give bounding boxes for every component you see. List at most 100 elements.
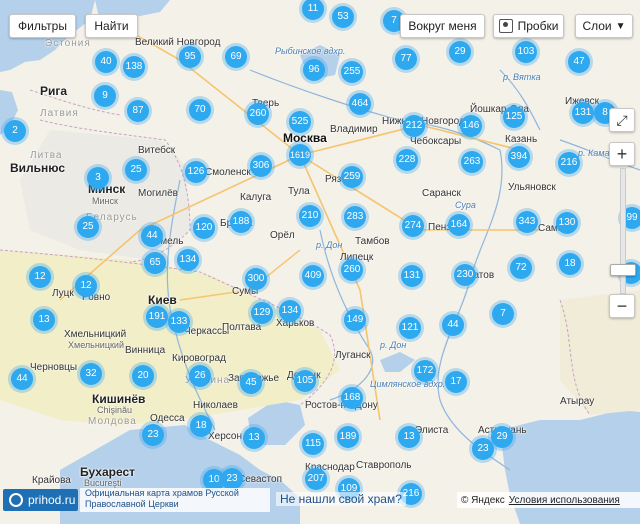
cluster-marker[interactable]: 120: [190, 214, 218, 242]
cluster-marker[interactable]: 134: [276, 297, 304, 325]
cluster-marker[interactable]: 17: [442, 368, 470, 396]
zoom-out-button[interactable]: −: [609, 294, 635, 318]
cluster-marker[interactable]: 230: [451, 261, 479, 289]
cluster-marker[interactable]: 133: [165, 308, 193, 336]
cluster-marker[interactable]: 306: [247, 152, 275, 180]
cluster-marker[interactable]: 210: [296, 202, 324, 230]
cluster-marker[interactable]: 138: [120, 53, 148, 81]
cluster-count: 126: [185, 161, 207, 183]
find-button[interactable]: Найти: [85, 14, 138, 38]
cluster-marker[interactable]: 13: [395, 423, 423, 451]
cluster-marker[interactable]: 69: [222, 43, 250, 71]
cluster-marker[interactable]: 255: [338, 58, 366, 86]
cluster-marker[interactable]: 1619: [286, 141, 314, 169]
cluster-marker[interactable]: 23: [139, 421, 167, 449]
cluster-marker[interactable]: 216: [555, 149, 583, 177]
cluster-marker[interactable]: 45: [237, 369, 265, 397]
cluster-marker[interactable]: 2: [1, 117, 29, 145]
cluster-marker[interactable]: 172: [411, 357, 439, 385]
cluster-marker[interactable]: 260: [244, 100, 272, 128]
cluster-marker[interactable]: 409: [299, 262, 327, 290]
cluster-count: 149: [344, 309, 366, 331]
filters-button[interactable]: Фильтры: [9, 14, 76, 38]
cluster-marker[interactable]: 3: [84, 164, 112, 192]
cluster-marker[interactable]: 103: [512, 38, 540, 66]
cluster-marker[interactable]: 47: [565, 48, 593, 76]
traffic-button[interactable]: Пробки: [493, 14, 564, 38]
cluster-marker[interactable]: 149: [341, 306, 369, 334]
cluster-marker[interactable]: 283: [341, 203, 369, 231]
cluster-marker[interactable]: 212: [400, 112, 428, 140]
cluster-marker[interactable]: 129: [248, 299, 276, 327]
cluster-count: 7: [492, 303, 514, 325]
cluster-marker[interactable]: 263: [458, 148, 486, 176]
cluster-marker[interactable]: 343: [513, 208, 541, 236]
cluster-marker[interactable]: 87: [124, 97, 152, 125]
cluster-marker[interactable]: 25: [74, 213, 102, 241]
fullscreen-button[interactable]: ⤢: [609, 108, 635, 132]
cluster-marker[interactable]: 77: [392, 45, 420, 73]
cluster-marker[interactable]: 525: [286, 108, 314, 136]
terms-link[interactable]: Условия использования: [509, 495, 620, 506]
map[interactable]: Эстония Великий Новгород Рыбинское вдхр.…: [0, 0, 640, 524]
cluster-marker[interactable]: 13: [240, 424, 268, 452]
cluster-marker[interactable]: 18: [187, 412, 215, 440]
cluster-marker[interactable]: 23: [469, 435, 497, 463]
cluster-marker[interactable]: 9: [91, 82, 119, 110]
cluster-marker[interactable]: 188: [227, 208, 255, 236]
cluster-marker[interactable]: 32: [77, 360, 105, 388]
cluster-marker[interactable]: 115: [299, 430, 327, 458]
cluster-count: 115: [302, 433, 324, 455]
cluster-marker[interactable]: 20: [129, 362, 157, 390]
cluster-marker[interactable]: 121: [396, 314, 424, 342]
brand-logo[interactable]: prihod.ru: [3, 489, 78, 511]
cluster-marker[interactable]: 189: [334, 423, 362, 451]
cluster-marker[interactable]: 53: [329, 3, 357, 31]
label-minsk-sub: Минск: [92, 196, 118, 206]
cluster-marker[interactable]: 126: [182, 158, 210, 186]
not-found-link[interactable]: Не нашли свой храм?: [276, 492, 406, 506]
cluster-marker[interactable]: 70: [186, 96, 214, 124]
cluster-marker[interactable]: 29: [446, 38, 474, 66]
cluster-count: 121: [399, 317, 421, 339]
cluster-marker[interactable]: 12: [72, 272, 100, 300]
cluster-marker[interactable]: 228: [393, 146, 421, 174]
cluster-marker[interactable]: 25: [122, 156, 150, 184]
cluster-marker[interactable]: 274: [399, 212, 427, 240]
cluster-marker[interactable]: 131: [398, 262, 426, 290]
cluster-marker[interactable]: 44: [8, 365, 36, 393]
cluster-count: 134: [279, 300, 301, 322]
cluster-marker[interactable]: 7: [489, 300, 517, 328]
around-me-button[interactable]: Вокруг меня: [400, 14, 485, 38]
cluster-marker[interactable]: 44: [439, 311, 467, 339]
cluster-marker[interactable]: 96: [300, 56, 328, 84]
layers-button[interactable]: Слои ▼: [575, 14, 633, 38]
cluster-marker[interactable]: 394: [505, 143, 533, 171]
zoom-slider-handle[interactable]: [610, 264, 636, 276]
cluster-marker[interactable]: 146: [457, 112, 485, 140]
cluster-marker[interactable]: 65: [141, 249, 169, 277]
cluster-marker[interactable]: 260: [338, 256, 366, 284]
cluster-marker[interactable]: 72: [507, 254, 535, 282]
cluster-marker[interactable]: 464: [346, 90, 374, 118]
zoom-in-button[interactable]: +: [609, 142, 635, 166]
cluster-marker[interactable]: 13: [30, 306, 58, 334]
cluster-marker[interactable]: 18: [556, 250, 584, 278]
cluster-marker[interactable]: 44: [138, 222, 166, 250]
cluster-marker[interactable]: 168: [338, 384, 366, 412]
cluster-marker[interactable]: 164: [445, 211, 473, 239]
cluster-count: 525: [289, 111, 311, 133]
brand-name: prihod.ru: [28, 493, 76, 507]
cluster-marker[interactable]: 12: [26, 263, 54, 291]
cluster-marker[interactable]: 95: [176, 43, 204, 71]
cluster-marker[interactable]: 105: [291, 367, 319, 395]
cluster-count: 32: [80, 363, 102, 385]
cluster-marker[interactable]: 125: [500, 103, 528, 131]
cluster-marker[interactable]: 40: [92, 48, 120, 76]
cluster-marker[interactable]: 259: [338, 163, 366, 191]
cluster-marker[interactable]: 26: [186, 362, 214, 390]
cluster-marker[interactable]: 300: [242, 265, 270, 293]
cluster-marker[interactable]: 134: [174, 246, 202, 274]
cluster-marker[interactable]: 130: [553, 209, 581, 237]
cluster-count: 44: [442, 314, 464, 336]
